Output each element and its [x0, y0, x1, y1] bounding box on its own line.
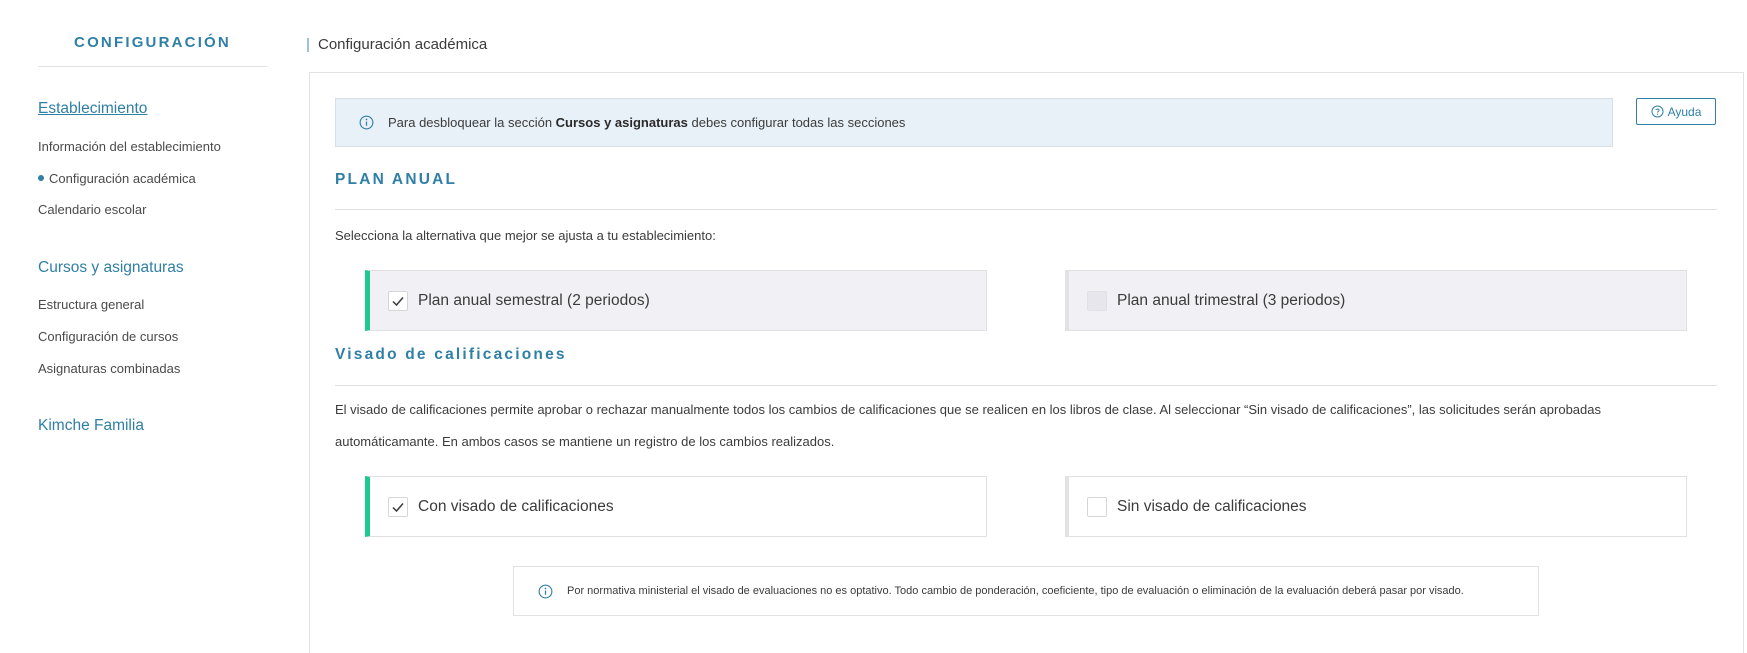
banner-text: Para desbloquear la sección Cursos y asi…: [388, 115, 905, 130]
page-title: Configuración académica: [318, 36, 488, 53]
banner-text-suffix: debes configurar todas las secciones: [687, 115, 906, 130]
question-circle-icon: [1651, 105, 1664, 118]
option-plan-trimestral[interactable]: Plan anual trimestral (3 periodos): [1065, 270, 1687, 331]
help-button[interactable]: Ayuda: [1636, 98, 1716, 125]
option-sin-visado[interactable]: Sin visado de calificaciones: [1065, 476, 1687, 537]
option-con-visado[interactable]: Con visado de calificaciones: [365, 476, 987, 537]
info-banner: Para desbloquear la sección Cursos y asi…: [335, 98, 1613, 147]
sidebar-section-cursos[interactable]: Cursos y asignaturas: [38, 259, 184, 277]
option-label: Sin visado de calificaciones: [1117, 497, 1307, 515]
sidebar-item-label: Configuración académica: [49, 171, 196, 186]
visado-description-line2: automáticamante. En ambos casos se manti…: [335, 434, 835, 449]
notice-text: Por normativa ministerial el visado de e…: [567, 585, 1464, 597]
sidebar-section-establecimiento[interactable]: Establecimiento: [38, 100, 147, 118]
option-label: Plan anual semestral (2 periodos): [418, 291, 650, 309]
info-icon: [359, 115, 374, 130]
checkbox-checked[interactable]: [388, 496, 408, 517]
info-icon: [538, 584, 553, 599]
plan-anual-divider: [335, 209, 1717, 210]
option-label: Con visado de calificaciones: [418, 497, 614, 515]
visado-description-line1: El visado de calificaciones permite apro…: [335, 402, 1602, 417]
current-page-dot: [38, 175, 44, 181]
option-label: Plan anual trimestral (3 periodos): [1117, 291, 1346, 309]
plan-anual-title: PLAN ANUAL: [335, 171, 458, 188]
sidebar: CONFIGURACIÓN Establecimiento Informació…: [0, 0, 300, 653]
sidebar-item-informacion[interactable]: Información del establecimiento: [38, 139, 221, 154]
sidebar-item-estructura[interactable]: Estructura general: [38, 297, 144, 312]
checkbox-unchecked[interactable]: [1087, 290, 1107, 311]
visado-notice: Por normativa ministerial el visado de e…: [513, 566, 1539, 616]
check-icon: [392, 502, 404, 512]
sidebar-section-kimche-familia[interactable]: Kimche Familia: [38, 417, 144, 435]
banner-text-prefix: Para desbloquear la sección: [388, 115, 556, 130]
plan-anual-description: Selecciona la alternativa que mejor se a…: [335, 228, 716, 243]
sidebar-divider: [38, 66, 267, 67]
help-button-label: Ayuda: [1667, 104, 1702, 119]
checkbox-checked[interactable]: [388, 290, 408, 311]
visado-divider: [335, 385, 1717, 386]
sidebar-title: CONFIGURACIÓN: [74, 34, 231, 51]
checkbox-unchecked[interactable]: [1087, 496, 1107, 517]
check-icon: [392, 296, 404, 306]
banner-text-bold: Cursos y asignaturas: [555, 115, 688, 130]
header-accent-bar: [307, 38, 309, 52]
sidebar-item-asignaturas-combinadas[interactable]: Asignaturas combinadas: [38, 361, 180, 376]
sidebar-item-configuracion-academica[interactable]: Configuración académica: [38, 171, 196, 186]
sidebar-item-configuracion-cursos[interactable]: Configuración de cursos: [38, 329, 178, 344]
sidebar-item-calendario[interactable]: Calendario escolar: [38, 202, 146, 217]
option-plan-semestral[interactable]: Plan anual semestral (2 periodos): [365, 270, 987, 331]
visado-title: Visado de calificaciones: [335, 346, 567, 363]
